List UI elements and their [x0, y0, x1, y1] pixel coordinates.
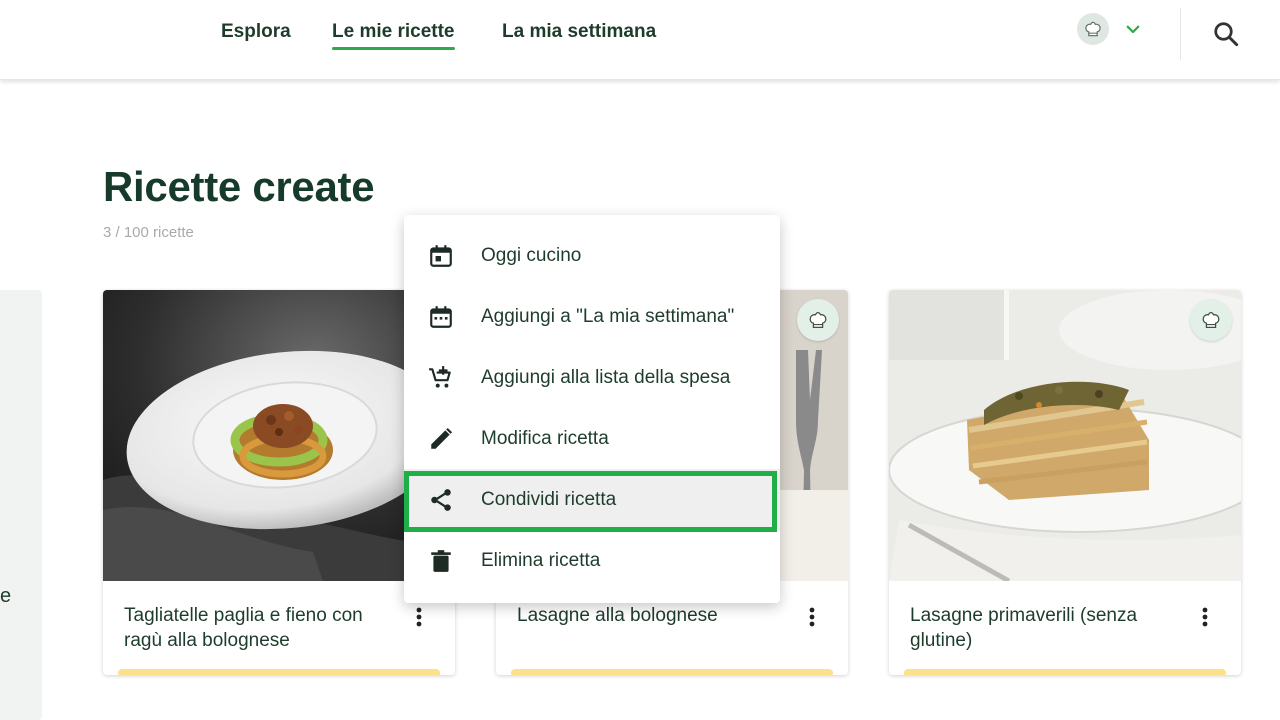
top-navigation-bar: Esplora Le mie ricette La mia settimana	[0, 0, 1280, 80]
menu-item-delete-recipe[interactable]: Elimina ricetta	[404, 530, 780, 591]
recipe-card-footer-bar	[904, 669, 1226, 675]
pencil-icon	[428, 426, 454, 452]
menu-item-label: Elimina ricetta	[481, 549, 601, 571]
header-divider	[1180, 8, 1181, 60]
page-title: Ricette create	[103, 163, 375, 210]
recipe-context-menu: Oggi cucino Aggiungi a "La mia settimana…	[404, 215, 780, 603]
nav-link-my-recipes[interactable]: Le mie ricette	[332, 21, 455, 50]
chef-hat-icon	[809, 312, 827, 328]
menu-item-label: Aggiungi a "La mia settimana"	[481, 305, 735, 327]
search-icon[interactable]	[1211, 19, 1241, 49]
menu-item-label: Modifica ricetta	[481, 427, 609, 449]
recipe-card[interactable]: Tagliatelle paglia e fieno con ragù alla…	[103, 290, 455, 675]
recipe-card-footer-bar	[118, 669, 440, 675]
recipe-title[interactable]: Lasagne primaverili (senza glutine)	[910, 603, 1180, 653]
chef-hat-badge	[797, 299, 839, 341]
more-vertical-icon[interactable]	[802, 605, 822, 629]
share-icon	[428, 487, 454, 513]
nav-link-my-week[interactable]: La mia settimana	[502, 21, 656, 43]
menu-item-label: Aggiungi alla lista della spesa	[481, 366, 731, 388]
avatar[interactable]	[1077, 13, 1109, 45]
more-vertical-icon[interactable]	[409, 605, 429, 629]
side-panel-text: e	[0, 585, 12, 607]
menu-item-label: Condividi ricetta	[481, 488, 617, 510]
recipe-count: 3 / 100 ricette	[103, 224, 194, 241]
recipe-image	[889, 290, 1241, 581]
menu-item-add-to-week[interactable]: Aggiungi a "La mia settimana"	[404, 286, 780, 347]
recipe-image	[103, 290, 455, 581]
trash-icon	[428, 548, 454, 574]
menu-item-cook-today[interactable]: Oggi cucino	[404, 225, 780, 286]
menu-item-share-recipe[interactable]: Condividi ricetta	[404, 469, 780, 530]
chef-hat-icon	[1202, 312, 1220, 328]
nav-link-explore[interactable]: Esplora	[221, 21, 291, 43]
chef-hat-icon	[1085, 21, 1101, 37]
menu-item-edit-recipe[interactable]: Modifica ricetta	[404, 408, 780, 469]
calendar-today-icon	[428, 243, 454, 269]
recipe-card[interactable]: Lasagne primaverili (senza glutine)	[889, 290, 1241, 675]
cart-plus-icon	[428, 365, 454, 391]
chef-hat-badge	[1190, 299, 1232, 341]
chevron-down-icon[interactable]	[1124, 20, 1142, 38]
menu-item-add-to-shopping-list[interactable]: Aggiungi alla lista della spesa	[404, 347, 780, 408]
more-vertical-icon[interactable]	[1195, 605, 1215, 629]
recipe-card-footer-bar	[511, 669, 833, 675]
side-panel	[0, 290, 42, 720]
calendar-week-icon	[428, 304, 454, 330]
recipe-title[interactable]: Tagliatelle paglia e fieno con ragù alla…	[124, 603, 394, 653]
menu-item-label: Oggi cucino	[481, 244, 582, 266]
recipe-title[interactable]: Lasagne alla bolognese	[517, 603, 787, 628]
